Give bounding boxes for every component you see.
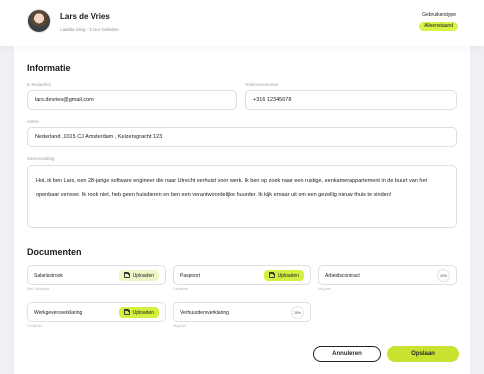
upload-progress-ring: 10%: [437, 269, 450, 282]
document-status: Niet Geüpload: [27, 287, 50, 291]
email-value: lars.devries@gmail.com: [35, 97, 94, 103]
document-name: Paspoort: [180, 273, 201, 279]
info-section-title: Informatie: [27, 63, 71, 73]
save-button[interactable]: Opslaan: [387, 346, 459, 362]
summary-textarea[interactable]: Hoi, ik ben Lars, een 28-jarige software…: [27, 165, 457, 228]
summary-value: Hoi, ik ben Lars, een 28-jarige software…: [36, 178, 428, 198]
address-field[interactable]: Nederland ,1015 CJ Amsterdam , Keizersgr…: [27, 127, 457, 147]
document-salarisstrook: Salarisstrook Uploaden: [27, 265, 166, 285]
document-verhuurdersverklaring: Verhuurdersverklaring 10%: [173, 302, 311, 322]
document-name: Salarisstrook: [34, 273, 63, 279]
phone-field[interactable]: +316 12345678: [245, 90, 457, 110]
avatar[interactable]: [27, 9, 51, 33]
user-name: Lars de Vries: [60, 12, 110, 21]
email-field[interactable]: lars.devries@gmail.com: [27, 90, 237, 110]
phone-value: +316 12345678: [253, 97, 292, 103]
upload-progress-ring: 10%: [291, 306, 304, 319]
upload-label: Uploaden: [132, 309, 154, 316]
address-label: Adres: [27, 119, 39, 124]
summary-label: Samenvatting: [27, 156, 55, 161]
email-label: E-Mailadres: [27, 82, 52, 87]
phone-label: Telefoonnummer: [245, 82, 279, 87]
usertype-label: Gebruikerstype: [422, 12, 456, 18]
profile-header: Lars de Vries Laatste inlog : 3 Uur Gele…: [0, 0, 484, 46]
upload-label: Uploaden: [132, 272, 154, 279]
folder-icon: [123, 309, 130, 315]
documents-section-title: Documenten: [27, 247, 82, 257]
upload-button-salarisstrook[interactable]: Uploaden: [118, 270, 159, 281]
folder-icon: [123, 272, 130, 278]
document-status: Geüpload: [173, 287, 189, 291]
document-name: Arbeidscontract: [325, 273, 360, 279]
document-name: Verhuurdersverklaring: [180, 310, 229, 316]
cancel-button[interactable]: Annuleren: [313, 346, 381, 362]
document-name: Werkgeversverklaring: [34, 310, 83, 316]
address-value: Nederland ,1015 CJ Amsterdam , Keizersgr…: [35, 134, 163, 140]
document-status: Nog niet: [173, 324, 187, 328]
upload-label: Uploaden: [277, 272, 299, 279]
document-arbeidscontract: Arbeidscontract 10%: [318, 265, 457, 285]
document-paspoort: Paspoort Uploaden: [173, 265, 311, 285]
upload-button-paspoort[interactable]: Uploaden: [263, 270, 304, 281]
last-login-text: Laatste inlog : 3 Uur Geleden: [60, 27, 119, 32]
usertype-badge[interactable]: Alleenstaand: [419, 22, 458, 31]
document-werkgeversverklaring: Werkgeversverklaring Uploaden: [27, 302, 166, 322]
document-status: Geüpload: [27, 324, 43, 328]
upload-button-werkgeversverklaring[interactable]: Uploaden: [118, 307, 159, 318]
folder-icon: [268, 272, 275, 278]
document-status: Nog niet: [318, 287, 332, 291]
